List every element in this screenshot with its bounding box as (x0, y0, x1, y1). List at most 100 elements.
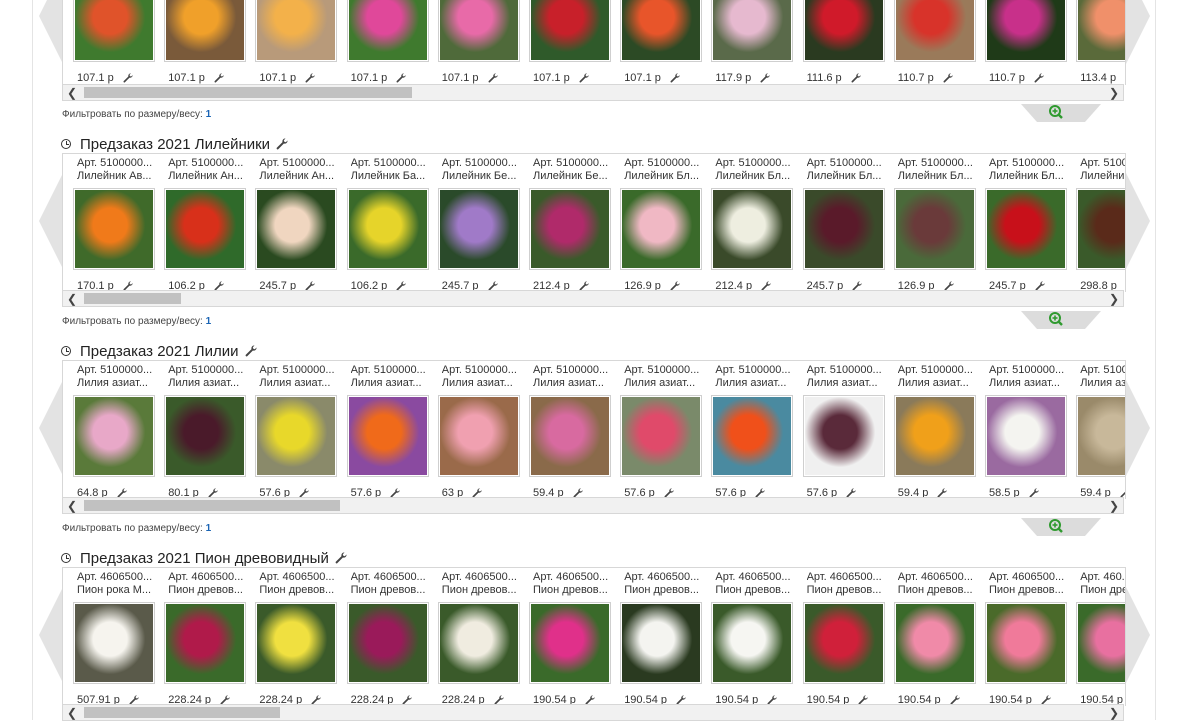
carousel-prev-arrow[interactable] (39, 380, 63, 476)
product-image[interactable] (894, 0, 976, 62)
carousel-prev-arrow[interactable] (39, 173, 63, 269)
product-name[interactable]: Лилия азиат... (898, 377, 978, 390)
carousel-prev-arrow[interactable] (39, 0, 63, 64)
product-name[interactable]: Лилейник Ав... (77, 170, 157, 183)
product-image[interactable] (1076, 395, 1126, 477)
product-image[interactable] (711, 602, 793, 684)
product-name[interactable]: Лилия азиат... (442, 377, 522, 390)
horizontal-scrollbar[interactable]: ❮ ❯ (62, 704, 1124, 721)
zoom-tab[interactable] (1021, 518, 1101, 538)
product-image[interactable] (985, 395, 1067, 477)
product-name[interactable]: Лилейник Бл... (898, 170, 978, 183)
product-image[interactable] (803, 0, 885, 62)
product-name[interactable]: Пион древов... (168, 584, 248, 597)
product-image[interactable] (894, 188, 976, 270)
wrench-icon[interactable] (760, 73, 770, 83)
product-image[interactable] (255, 602, 337, 684)
product-image[interactable] (255, 395, 337, 477)
product-image[interactable] (347, 602, 429, 684)
product-name[interactable]: Лилейник Бе... (533, 170, 613, 183)
product-name[interactable]: Лилия аз... (1080, 377, 1126, 390)
product-name[interactable]: Лилейник Ан... (168, 170, 248, 183)
zoom-tab[interactable] (1021, 311, 1101, 331)
product-image[interactable] (529, 602, 611, 684)
scroll-right-icon[interactable]: ❯ (1105, 705, 1123, 720)
product-image[interactable] (894, 602, 976, 684)
product-image[interactable] (347, 188, 429, 270)
wrench-icon[interactable] (851, 73, 861, 83)
product-name[interactable]: Пион древов... (807, 584, 887, 597)
product-image[interactable] (620, 602, 702, 684)
product-image[interactable] (620, 395, 702, 477)
product-name[interactable]: Пион древов... (351, 584, 431, 597)
product-name[interactable]: Пион древов... (624, 584, 704, 597)
product-name[interactable]: Лилейник Бл... (624, 170, 704, 183)
wrench-icon[interactable] (276, 138, 288, 150)
product-image[interactable] (438, 188, 520, 270)
product-image[interactable] (1076, 602, 1126, 684)
product-name[interactable]: Пион древов... (898, 584, 978, 597)
wrench-icon[interactable] (335, 552, 347, 564)
product-image[interactable] (255, 0, 337, 62)
wrench-icon[interactable] (1034, 73, 1044, 83)
product-name[interactable]: Пион древов... (989, 584, 1069, 597)
product-image[interactable] (438, 602, 520, 684)
scrollbar-thumb[interactable] (84, 87, 412, 98)
filter-value-link[interactable]: 1 (206, 316, 212, 327)
wrench-icon[interactable] (670, 73, 680, 83)
scroll-right-icon[interactable]: ❯ (1105, 291, 1123, 306)
product-name[interactable]: Лилия азиат... (351, 377, 431, 390)
wrench-icon[interactable] (123, 73, 133, 83)
wrench-icon[interactable] (943, 73, 953, 83)
product-image[interactable] (529, 188, 611, 270)
product-name[interactable]: Лилейник Бл... (1080, 170, 1126, 183)
product-name[interactable]: Лилия азиат... (259, 377, 339, 390)
carousel-next-arrow[interactable] (1126, 587, 1150, 683)
product-name[interactable]: Пион рока М... (77, 584, 157, 597)
product-image[interactable] (73, 188, 155, 270)
product-image[interactable] (711, 395, 793, 477)
product-name[interactable]: Лилия азиат... (77, 377, 157, 390)
product-name[interactable]: Лилия азиат... (624, 377, 704, 390)
wrench-icon[interactable] (214, 73, 224, 83)
product-image[interactable] (347, 0, 429, 62)
horizontal-scrollbar[interactable]: ❮ ❯ (62, 290, 1124, 307)
filter-value-link[interactable]: 1 (206, 523, 212, 534)
product-image[interactable] (347, 395, 429, 477)
wrench-icon[interactable] (1125, 73, 1126, 83)
product-image[interactable] (803, 395, 885, 477)
wrench-icon[interactable] (396, 73, 406, 83)
scroll-left-icon[interactable]: ❮ (63, 705, 81, 720)
product-image[interactable] (438, 0, 520, 62)
product-image[interactable] (1076, 188, 1126, 270)
carousel-next-arrow[interactable] (1126, 173, 1150, 269)
product-name[interactable]: Пион древ... (1080, 584, 1126, 597)
product-name[interactable]: Лилейник Ан... (259, 170, 339, 183)
product-image[interactable] (529, 395, 611, 477)
horizontal-scrollbar[interactable]: ❮ ❯ (62, 497, 1124, 514)
scroll-left-icon[interactable]: ❮ (63, 498, 81, 513)
zoom-tab[interactable] (1021, 104, 1101, 124)
product-name[interactable]: Пион древов... (442, 584, 522, 597)
product-image[interactable] (985, 602, 1067, 684)
product-name[interactable]: Лилейник Ба... (351, 170, 431, 183)
product-image[interactable] (73, 395, 155, 477)
filter-value-link[interactable]: 1 (206, 109, 212, 120)
product-image[interactable] (164, 0, 246, 62)
scroll-right-icon[interactable]: ❯ (1105, 498, 1123, 513)
wrench-icon[interactable] (579, 73, 589, 83)
product-name[interactable]: Лилия азиат... (715, 377, 795, 390)
carousel-next-arrow[interactable] (1126, 380, 1150, 476)
product-image[interactable] (803, 188, 885, 270)
product-image[interactable] (73, 602, 155, 684)
product-name[interactable]: Пион древов... (259, 584, 339, 597)
scrollbar-thumb[interactable] (84, 707, 280, 718)
product-image[interactable] (164, 395, 246, 477)
product-name[interactable]: Пион древов... (533, 584, 613, 597)
product-image[interactable] (985, 188, 1067, 270)
product-name[interactable]: Лилия азиат... (168, 377, 248, 390)
scroll-left-icon[interactable]: ❮ (63, 85, 81, 100)
scrollbar-thumb[interactable] (84, 500, 340, 511)
product-name[interactable]: Лилия азиат... (807, 377, 887, 390)
product-image[interactable] (620, 188, 702, 270)
